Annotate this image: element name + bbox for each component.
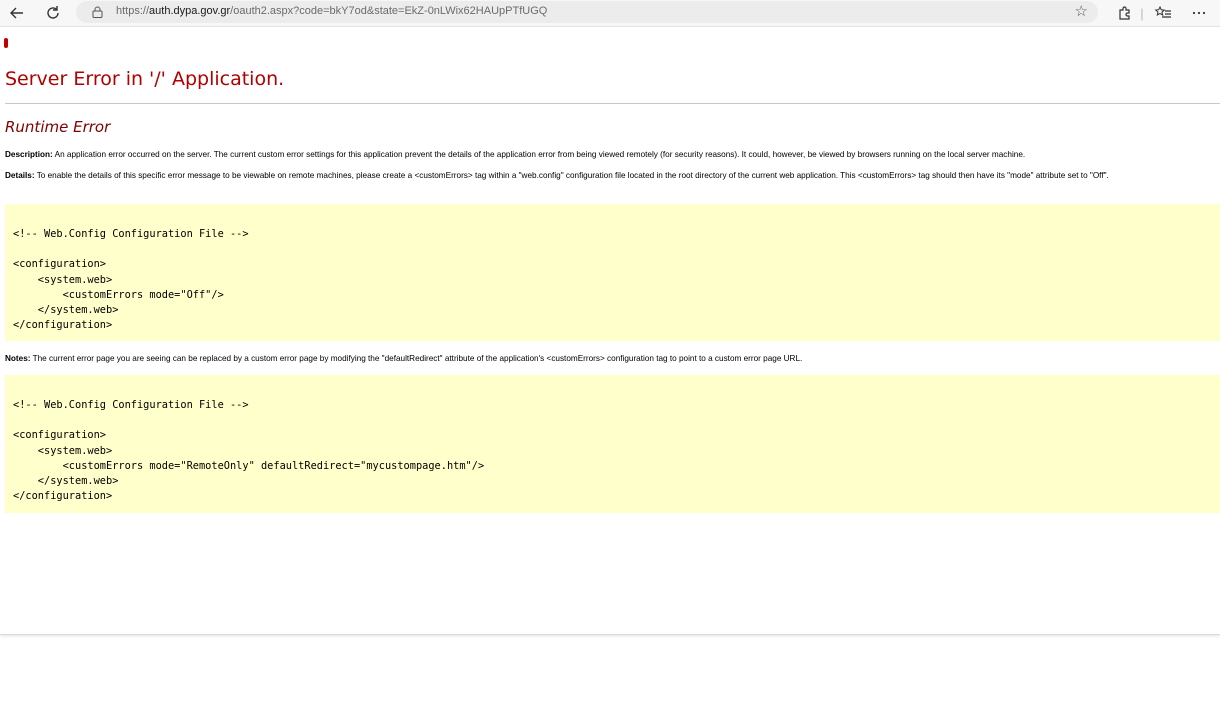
address-bar[interactable]: https://auth.dypa.gov.gr/oauth2.aspx?cod…	[76, 1, 1098, 23]
more-icon[interactable]	[1186, 0, 1212, 26]
url-path: /oauth2.aspx?code=bkY7od&state=EkZ-0nLWi…	[230, 5, 548, 17]
url-host: auth.dypa.gov.gr	[149, 5, 231, 17]
description-label: Description:	[5, 150, 53, 159]
page-edge-mark	[4, 38, 8, 48]
title-divider	[5, 103, 1220, 104]
details-label: Details:	[5, 171, 35, 180]
star-icon[interactable]: ☆	[1075, 2, 1088, 20]
toolbar-divider: |	[1140, 5, 1144, 21]
code-block-remote-only: <!-- Web.Config Configuration File --> <…	[5, 375, 1220, 513]
notes-text: The current error page you are seeing ca…	[30, 354, 803, 363]
refresh-icon[interactable]	[40, 0, 66, 26]
favorites-icon[interactable]	[1150, 0, 1176, 26]
details-text: To enable the details of this specific e…	[34, 171, 1109, 180]
browser-window: https://auth.dypa.gov.gr/oauth2.aspx?cod…	[0, 0, 1220, 635]
code-block-config-off: <!-- Web.Config Configuration File --> <…	[5, 204, 1220, 341]
back-arrow-icon[interactable]	[4, 0, 30, 26]
extensions-icon[interactable]	[1112, 0, 1138, 26]
details-paragraph: Details: To enable the details of this s…	[5, 171, 1215, 181]
notes-paragraph: Notes: The current error page you are se…	[5, 354, 1215, 364]
error-subtitle: Runtime Error	[5, 118, 111, 136]
lock-icon[interactable]	[92, 6, 103, 18]
page-content: Server Error in '/' Application. Runtime…	[0, 26, 1220, 634]
url-scheme: https://	[116, 5, 150, 17]
description-text: An application error occurred on the ser…	[52, 150, 1026, 159]
code-text: <!-- Web.Config Configuration File --> <…	[13, 399, 485, 503]
browser-toolbar: https://auth.dypa.gov.gr/oauth2.aspx?cod…	[0, 0, 1220, 27]
page-title: Server Error in '/' Application.	[5, 68, 285, 90]
code-text: <!-- Web.Config Configuration File --> <…	[13, 228, 249, 332]
url-text[interactable]: https://auth.dypa.gov.gr/oauth2.aspx?cod…	[116, 5, 547, 17]
description-paragraph: Description: An application error occurr…	[5, 150, 1215, 160]
notes-label: Notes:	[5, 354, 31, 363]
